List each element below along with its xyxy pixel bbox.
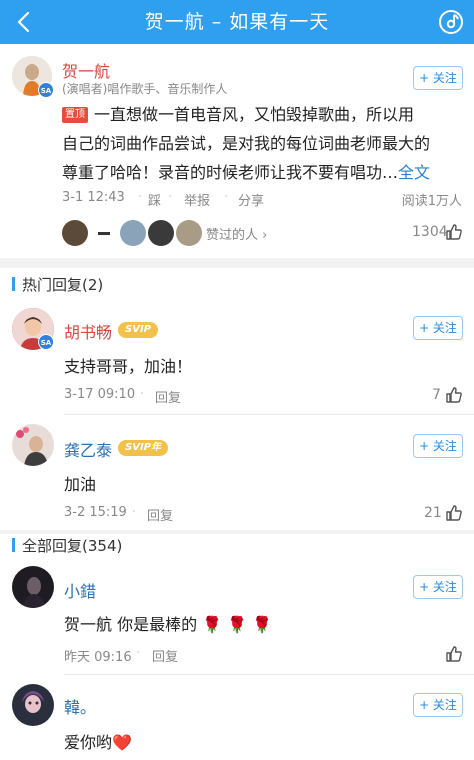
svip-badge: SVIP	[118, 322, 158, 338]
liker-avatar[interactable]	[98, 232, 110, 235]
dot-separator: ·	[132, 505, 137, 520]
post-author-subtitle: (演唱者)唱作歌手、音乐制作人	[62, 82, 228, 96]
post-line-1: 一直想做一首电音风，又怕毁掉歌曲，所以用	[94, 105, 415, 124]
comment-text[interactable]: 爱你哟❤️	[64, 728, 132, 757]
dot-separator: ·	[140, 387, 145, 402]
commenter-name[interactable]: 小錯	[64, 578, 96, 602]
post-line-3: 尊重了哈哈！录音的时候老师让我不要有唱功…	[62, 163, 399, 182]
commenter-name[interactable]: 韓。	[64, 694, 96, 718]
follow-button[interactable]: + 关注	[413, 316, 463, 340]
row-divider	[64, 414, 474, 415]
thumbs-up-icon[interactable]	[444, 222, 464, 246]
commenter-name[interactable]: 胡书畅	[64, 319, 112, 343]
section-divider	[0, 530, 474, 534]
comment-text[interactable]: 支持哥哥，加油！	[64, 352, 192, 381]
dot-separator: ·	[224, 190, 229, 205]
liker-avatar[interactable]	[148, 220, 174, 246]
dot-separator: ·	[168, 190, 173, 205]
verified-badge-icon: SA	[38, 334, 54, 350]
top-bar: 贺一航 – 如果有一天	[0, 0, 474, 44]
pinned-badge: 置顶	[62, 107, 88, 123]
comment-text[interactable]: 贺一航 你是最棒的 🌹 🌹 🌹	[64, 610, 272, 639]
report-button[interactable]: 举报	[184, 190, 210, 209]
page-title: 贺一航 – 如果有一天	[144, 11, 330, 33]
liker-avatar[interactable]	[176, 220, 202, 246]
post-time: 3-1 12:43	[62, 190, 125, 205]
music-disc-icon[interactable]	[438, 9, 464, 35]
back-arrow-icon[interactable]	[10, 8, 40, 36]
follow-button[interactable]: + 关注	[413, 575, 463, 599]
section-marker	[12, 538, 15, 552]
section-divider	[0, 258, 474, 268]
svip-year-badge: SVIP年	[118, 440, 168, 456]
commenter-avatar[interactable]	[12, 684, 54, 726]
read-more-link[interactable]: 全文	[398, 163, 430, 182]
reply-button[interactable]: 回复	[152, 646, 178, 665]
all-replies-title: 全部回复(354)	[22, 537, 123, 555]
commenter-name[interactable]: 龚乙泰	[64, 437, 112, 461]
liked-by-link[interactable]: 赞过的人 ›	[206, 224, 267, 243]
thumbs-up-icon[interactable]	[444, 385, 464, 409]
like-count: 21	[424, 505, 442, 521]
comment-text[interactable]: 加油	[64, 470, 96, 499]
dot-separator: ·	[138, 190, 143, 205]
reply-button[interactable]: 回复	[147, 505, 173, 524]
thumbs-up-icon[interactable]	[444, 503, 464, 527]
verified-badge-icon: SA	[38, 82, 54, 98]
follow-button[interactable]: + 关注	[413, 66, 463, 90]
read-count: 阅读1万人	[401, 194, 462, 209]
comment-time: 3-2 15:19	[64, 505, 127, 520]
post-line-2: 自己的词曲作品尝试，是对我的每位词曲老师最大的	[62, 134, 431, 153]
dislike-button[interactable]: 踩	[148, 190, 161, 209]
liker-avatar[interactable]	[120, 220, 146, 246]
thumbs-up-icon[interactable]	[444, 644, 464, 668]
comment-time: 昨天 09:16	[64, 650, 132, 665]
commenter-avatar[interactable]	[12, 566, 54, 608]
post-content[interactable]: 置顶 一直想做一首电音风，又怕毁掉歌曲，所以用 自己的词曲作品尝试，是对我的每位词…	[62, 100, 464, 187]
hot-replies-title: 热门回复(2)	[22, 276, 104, 294]
comment-time: 3-17 09:10	[64, 387, 136, 402]
share-button[interactable]: 分享	[238, 190, 264, 209]
follow-button[interactable]: + 关注	[413, 693, 463, 717]
follow-button[interactable]: + 关注	[413, 434, 463, 458]
like-count: 7	[432, 387, 441, 403]
row-divider	[64, 674, 474, 675]
liker-avatar[interactable]	[62, 220, 88, 246]
reply-button[interactable]: 回复	[155, 387, 181, 406]
dot-separator: ·	[136, 646, 141, 661]
like-count: 1304	[412, 224, 448, 240]
section-marker	[12, 277, 15, 291]
post-author-name[interactable]: 贺一航	[62, 58, 110, 82]
commenter-avatar[interactable]	[12, 424, 54, 466]
